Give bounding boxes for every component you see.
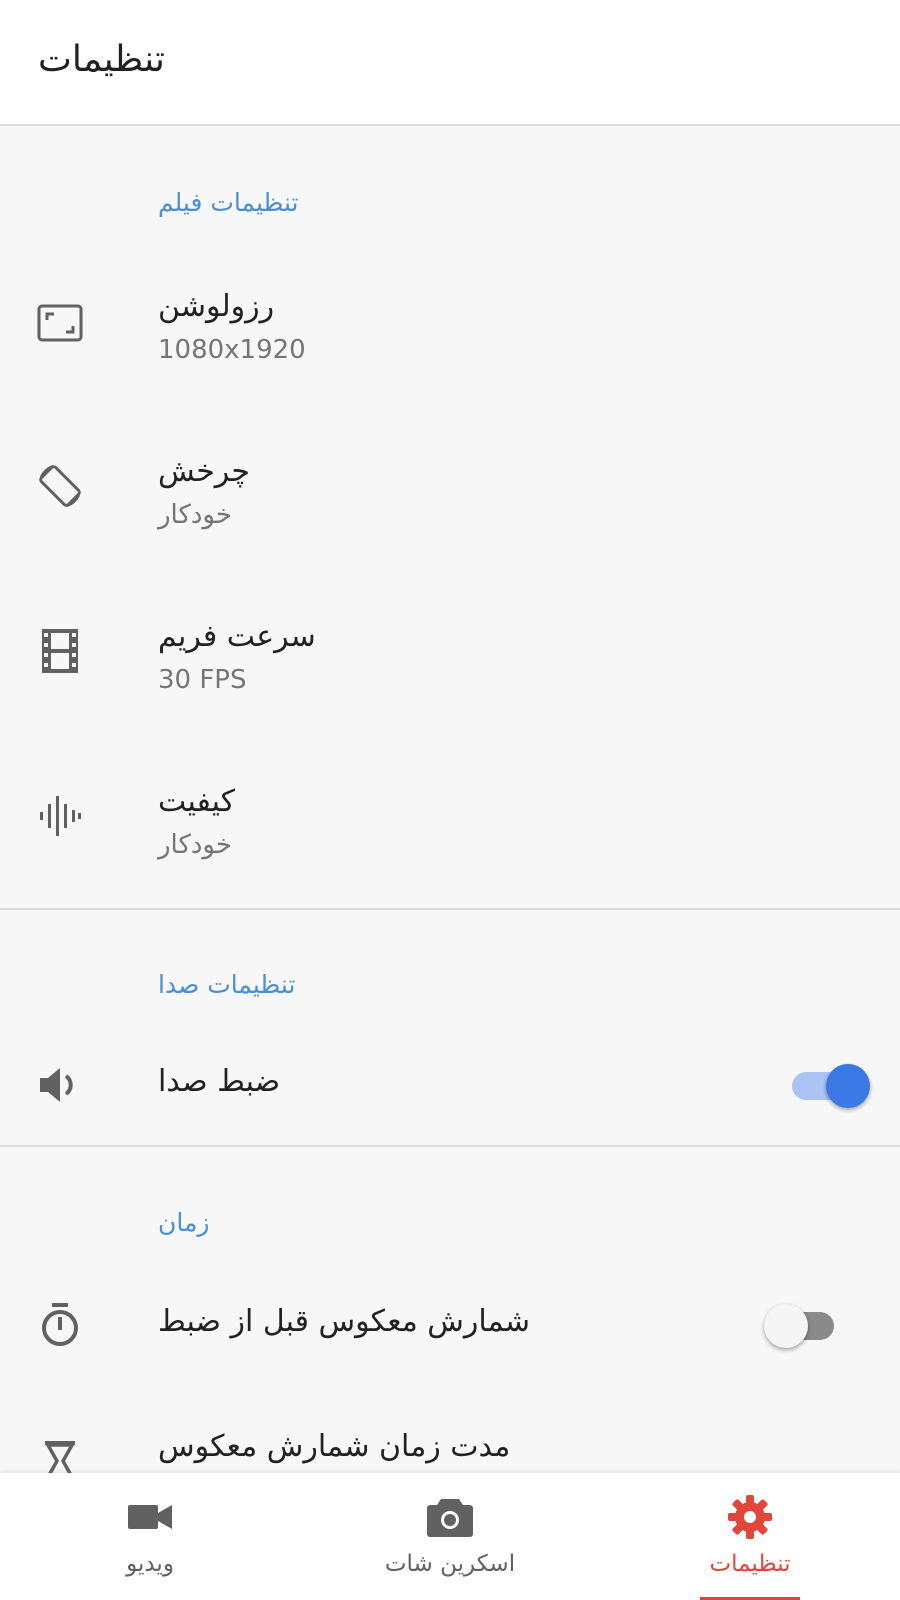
setting-countdown[interactable]: شمارش معکوس قبل از ضبط [0, 1290, 900, 1360]
volume-icon [34, 1059, 86, 1111]
section-header-video: تنظیمات فیلم [158, 188, 299, 217]
setting-frame-rate[interactable]: سرعت فریم 30 FPS [0, 605, 900, 715]
section-divider [0, 908, 900, 910]
countdown-title: شمارش معکوس قبل از ضبط [158, 1304, 531, 1339]
resolution-value: 1080x1920 [158, 335, 306, 365]
nav-label-video: ویدیو [126, 1551, 174, 1577]
frame-rate-title: سرعت فریم [158, 619, 316, 654]
app-bar: تنظیمات [0, 0, 900, 126]
setting-quality[interactable]: کیفیت خودکار [0, 770, 900, 880]
section-header-time: زمان [158, 1208, 210, 1237]
nav-label-settings: تنظیمات [709, 1551, 791, 1577]
bottom-navigation: ویدیو اسکرین شات تنظیمات [0, 1473, 900, 1600]
film-strip-icon [34, 625, 86, 677]
nav-label-screenshot: اسکرین شات [384, 1551, 516, 1577]
timer-icon [34, 1299, 86, 1351]
record-audio-title: ضبط صدا [158, 1064, 281, 1099]
nav-tab-video[interactable]: ویدیو [0, 1473, 300, 1600]
toggle-thumb [764, 1304, 808, 1348]
camera-icon [300, 1495, 600, 1539]
rotation-value: خودکار [158, 500, 232, 530]
quality-title: کیفیت [158, 784, 236, 819]
toggle-thumb [826, 1064, 870, 1108]
countdown-duration-title: مدت زمان شمارش معکوس [158, 1429, 511, 1464]
page-title: تنظیمات [38, 39, 165, 80]
setting-rotation[interactable]: چرخش خودکار [0, 440, 900, 550]
setting-record-audio[interactable]: ضبط صدا [0, 1050, 900, 1120]
countdown-toggle[interactable] [764, 1299, 844, 1351]
audio-waveform-icon [34, 790, 86, 842]
setting-resolution[interactable]: رزولوشن 1080x1920 [0, 275, 900, 385]
rotation-title: چرخش [158, 454, 250, 489]
screen-rotation-icon [34, 460, 86, 512]
settings-gear-icon [600, 1495, 900, 1539]
section-header-audio: تنظیمات صدا [158, 970, 296, 999]
aspect-ratio-icon [34, 297, 86, 349]
settings-screen: تنظیمات تنظیمات فیلم رزولوشن 1080x1920 چ… [0, 0, 900, 1600]
record-audio-toggle[interactable] [786, 1059, 870, 1111]
videocam-icon [0, 1495, 300, 1539]
section-divider [0, 1145, 900, 1147]
quality-value: خودکار [158, 830, 232, 860]
resolution-title: رزولوشن [158, 289, 275, 324]
frame-rate-value: 30 FPS [158, 665, 247, 695]
nav-tab-screenshot[interactable]: اسکرین شات [300, 1473, 600, 1600]
nav-tab-settings[interactable]: تنظیمات [600, 1473, 900, 1600]
setting-countdown-duration[interactable]: مدت زمان شمارش معکوس [0, 1415, 900, 1479]
